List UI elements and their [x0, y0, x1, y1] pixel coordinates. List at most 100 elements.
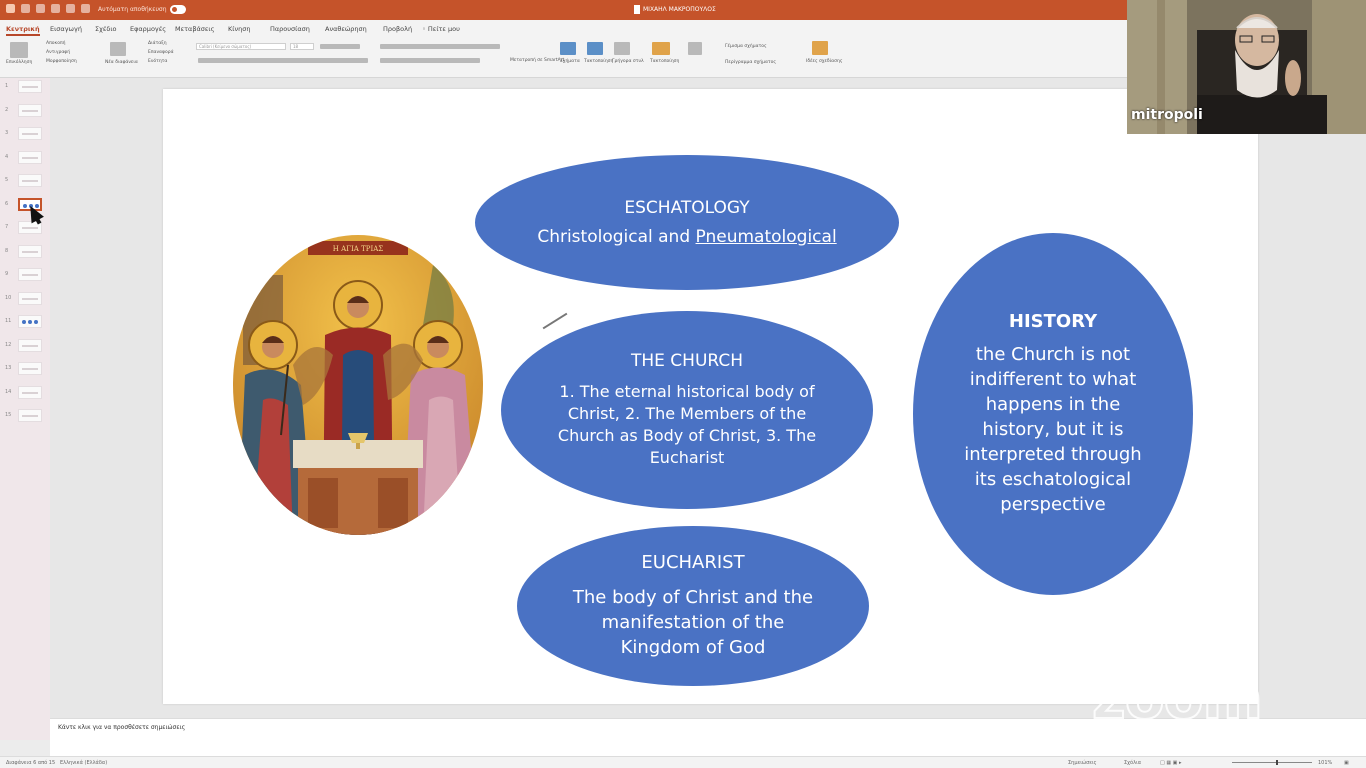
font-family-select[interactable]: Calibri (Κείμενο σώματος) [196, 43, 286, 50]
normal-view-icon[interactable]: □ ▦ ▣ ▸ [1160, 760, 1181, 766]
svg-text:Η ΑΓΙΑ ΤΡΙΑΣ: Η ΑΓΙΑ ΤΡΙΑΣ [333, 245, 383, 253]
quick-save-icon[interactable] [81, 4, 90, 13]
slide-thumbnail[interactable] [18, 385, 42, 399]
thumbnail-content [22, 274, 38, 276]
home-icon[interactable] [6, 4, 15, 13]
reset-button[interactable]: Επαναφορά [148, 50, 174, 55]
font-size-buttons[interactable] [320, 44, 360, 49]
slide-thumbnail[interactable] [18, 150, 42, 164]
save-icon[interactable] [21, 4, 30, 13]
thumbnail-number: 3 [5, 130, 9, 136]
textbox-icon[interactable] [614, 42, 630, 55]
eschatology-body: Christological and Pneumatological [537, 226, 837, 247]
connector-line[interactable] [542, 312, 568, 330]
format-painter-button[interactable]: Μορφοποίηση [46, 59, 77, 64]
participant-name: mitropoli [1131, 107, 1203, 123]
tab-review[interactable]: Αναθεώρηση [325, 25, 367, 33]
thumbnail-number: 10 [5, 294, 12, 301]
tab-design[interactable]: Σχέδιο [95, 25, 117, 33]
thumbnail-content [22, 180, 38, 182]
thumbnail-content [22, 227, 38, 229]
redo-icon[interactable] [51, 4, 60, 13]
history-body: the Church is not indifferent to what ha… [964, 344, 1142, 515]
notes-toggle[interactable]: Σημειώσεις [1068, 760, 1097, 766]
designer-label: Ιδέες σχεδίασης [806, 59, 843, 64]
shapes-label: Σχήματα [560, 59, 580, 64]
eucharist-ellipse[interactable]: EUCHARIST The body of Christ and the man… [517, 526, 869, 686]
thumbnail-content [22, 415, 38, 417]
paragraph-buttons[interactable] [380, 44, 500, 49]
slide-thumbnail[interactable] [18, 291, 42, 305]
slide-thumbnail[interactable] [18, 268, 42, 281]
thumbnail-content [22, 344, 38, 347]
picture-icon[interactable] [560, 42, 576, 55]
tab-transitions[interactable]: Μεταβάσεις [175, 25, 214, 33]
layout-button[interactable]: Διάταξη [148, 41, 167, 46]
copy-button[interactable]: Αντιγραφή [46, 50, 70, 55]
arrange-icon[interactable] [652, 42, 670, 55]
paste-icon[interactable] [10, 42, 28, 58]
eschatology-ellipse[interactable]: ESCHATOLOGY Christological and Pneumatol… [475, 155, 899, 290]
thumbnail-number: 12 [5, 341, 12, 348]
church-body: 1. The eternal historical body of Christ… [557, 382, 817, 467]
tab-animations[interactable]: Κίνηση [228, 25, 250, 33]
section-button[interactable]: Ενότητα [148, 59, 167, 64]
slide-thumbnail[interactable] [18, 244, 42, 258]
slide-thumbnail[interactable] [18, 127, 42, 140]
eucharist-body: The body of Christ and the manifestation… [572, 587, 814, 658]
zoom-slider-knob[interactable] [1276, 760, 1278, 765]
shape-outline-button[interactable]: Περίγραμμα σχήματος [725, 60, 776, 65]
slide-thumbnail[interactable] [18, 362, 42, 375]
cut-button[interactable]: Αποκοπή [46, 41, 66, 46]
eschatology-heading: ESCHATOLOGY [624, 197, 750, 218]
comments-toggle[interactable]: Σχόλια [1124, 760, 1141, 766]
history-heading: HISTORY [1008, 311, 1098, 332]
designer-icon[interactable] [812, 41, 828, 55]
zoom-level[interactable]: 101% [1318, 760, 1332, 766]
quick-styles-label: Γρήγορα στυλ [612, 59, 644, 64]
slide-thumbnail[interactable] [18, 103, 42, 117]
print-icon[interactable] [66, 4, 75, 13]
slide-thumbnail[interactable] [18, 315, 42, 328]
shape-fill-button[interactable]: Γέμισμα σχήματος [725, 44, 767, 49]
slide-thumbnail[interactable] [18, 80, 42, 93]
autosave-toggle[interactable] [170, 5, 186, 14]
arrange-label: Τακτοποίηση [584, 59, 614, 64]
zoom-slider[interactable] [1232, 762, 1312, 763]
fit-slide-icon[interactable]: ▣ [1344, 760, 1349, 766]
undo-icon[interactable] [36, 4, 45, 13]
font-format-buttons[interactable] [198, 58, 368, 63]
slide-thumbnail[interactable] [18, 409, 42, 422]
slide-canvas[interactable]: Η ΑΓΙΑ ΤΡΙΑΣ ESCHATOLOGY Christological … [163, 89, 1258, 704]
participant-video[interactable]: mitropoli [1127, 0, 1366, 134]
thumbnail-content [22, 391, 38, 394]
shapes-icon[interactable] [587, 42, 603, 55]
convert-smartart-label[interactable]: Μετατροπή σε SmartArt [510, 58, 564, 63]
autosave-label: Αυτόματη αποθήκευση [98, 6, 167, 13]
thumbnail-content [22, 133, 38, 135]
slide-thumbnail[interactable] [18, 174, 42, 187]
tab-home[interactable]: Κεντρική [6, 25, 40, 36]
thumbnail-number: 5 [5, 177, 9, 183]
thumbnail-shape [22, 320, 26, 324]
thumbnail-number: 1 [5, 83, 9, 89]
slide-thumbnail[interactable] [18, 338, 42, 352]
alignment-buttons[interactable] [380, 58, 480, 63]
thumbnail-content [22, 250, 38, 253]
thumbnail-shape [34, 320, 38, 324]
history-ellipse[interactable]: HISTORY the Church is not indifferent to… [913, 233, 1193, 595]
tab-apps[interactable]: Εφαρμογές [130, 25, 166, 33]
new-slide-icon[interactable] [110, 42, 126, 56]
thumbnail-shape [28, 320, 32, 324]
font-size-select[interactable]: 18 [290, 43, 314, 50]
tab-slideshow[interactable]: Παρουσίαση [270, 25, 310, 33]
paste-label: Επικόλληση [6, 60, 33, 65]
tab-tell-me[interactable]: ◦ Πείτε μου [422, 25, 460, 33]
tab-view[interactable]: Προβολή [383, 25, 412, 33]
tab-insert[interactable]: Εισαγωγή [50, 25, 82, 33]
thumbnail-number: 8 [5, 247, 9, 254]
quick-styles-icon[interactable] [688, 42, 702, 55]
church-heading: THE CHURCH [630, 351, 744, 371]
church-ellipse[interactable]: THE CHURCH 1. The eternal historical bod… [501, 311, 873, 509]
thumbnail-number: 11 [5, 318, 12, 324]
